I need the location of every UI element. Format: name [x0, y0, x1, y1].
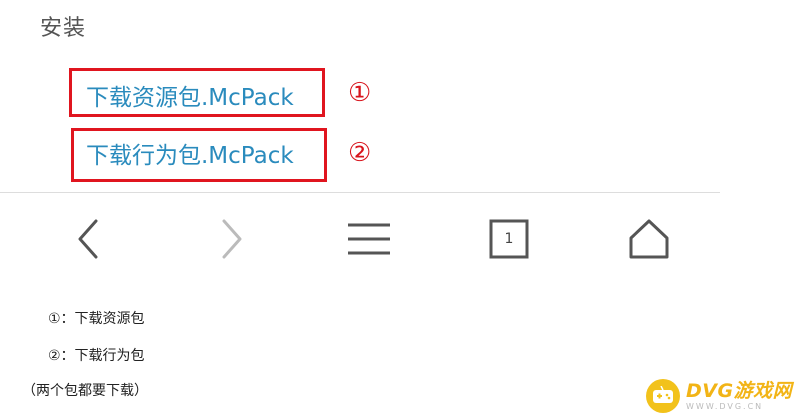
hamburger-menu-icon — [348, 223, 390, 255]
highlight-box-behavior-pack — [71, 128, 327, 182]
note-resource-pack: ①：下载资源包 — [48, 311, 145, 327]
chevron-right-icon — [222, 219, 242, 259]
toolbar-divider — [0, 192, 720, 193]
watermark-brand: DVG游戏网 — [686, 379, 793, 402]
menu-button[interactable] — [342, 212, 396, 266]
marker-2: ② — [348, 138, 372, 168]
home-icon — [629, 219, 669, 259]
note-download-both: （两个包都要下载） — [22, 383, 148, 399]
tab-count: 1 — [504, 231, 514, 247]
note-behavior-pack: ②：下载行为包 — [48, 348, 145, 364]
watermark-domain: WWW.DVG.CN — [686, 401, 764, 411]
section-title: 安装 — [40, 16, 87, 41]
gamepad-logo-icon — [646, 379, 680, 413]
forward-button[interactable] — [204, 212, 258, 266]
page: 安装 下载资源包.McPack ① 下载行为包.McPack ② 1 ①：下载资… — [0, 0, 800, 419]
home-button[interactable] — [622, 212, 676, 266]
back-button[interactable] — [62, 212, 116, 266]
watermark: DVG游戏网 WWW.DVG.CN — [646, 374, 796, 418]
chevron-left-icon — [78, 219, 98, 259]
tabs-button[interactable]: 1 — [482, 212, 536, 266]
highlight-box-resource-pack — [69, 68, 325, 117]
marker-1: ① — [348, 78, 372, 108]
